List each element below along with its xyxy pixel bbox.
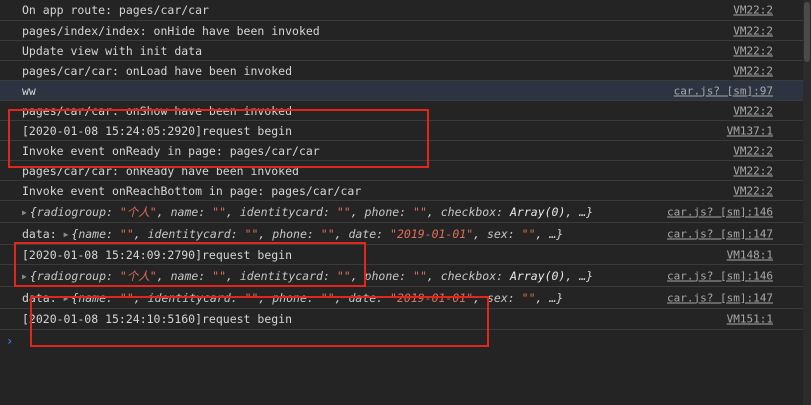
console-prompt-icon[interactable]: › — [6, 334, 13, 348]
source-link[interactable]: car.js? [sm]:146 — [667, 205, 773, 218]
source-link[interactable]: car.js? [sm]:97 — [674, 84, 773, 97]
source-link[interactable]: VM22:2 — [733, 44, 773, 57]
log-message: [2020-01-08 15:24:05:2920]request begin — [22, 123, 293, 138]
source-link[interactable]: VM22:2 — [733, 184, 773, 197]
expand-triangle-icon[interactable]: ▶ — [64, 230, 69, 239]
source-link[interactable]: VM22:2 — [733, 164, 773, 177]
log-message: On app route: pages/car/car — [22, 3, 209, 17]
log-message: pages/index/index: onHide have been invo… — [22, 23, 320, 38]
log-row-object[interactable]: data: ▶ {name: "", identitycard: "", phon… — [0, 223, 803, 245]
log-message: pages/car/car: onLoad have been invoked — [22, 63, 293, 78]
source-link[interactable]: VM22:2 — [733, 144, 773, 157]
log-message: ww — [22, 83, 36, 98]
log-row: [2020-01-08 15:24:09:2790]request begin … — [0, 245, 803, 265]
log-row: pages/car/car: onShow have been invoked … — [0, 101, 803, 121]
log-message: [2020-01-08 15:24:09:2790]request begin — [22, 247, 293, 262]
object-preview[interactable]: data: ▶ {name: "", identitycard: "", phon… — [22, 291, 563, 305]
source-link[interactable]: VM22:2 — [733, 4, 773, 17]
expand-triangle-icon[interactable]: ▶ — [22, 272, 27, 281]
log-row: ww car.js? [sm]:97 — [0, 81, 803, 101]
source-link[interactable]: VM22:2 — [733, 104, 773, 117]
source-link[interactable]: VM151:1 — [727, 313, 773, 326]
expand-triangle-icon[interactable]: ▶ — [64, 294, 69, 303]
log-message: pages/car/car: onReady have been invoked — [22, 163, 299, 178]
log-message: Invoke event onReady in page: pages/car/… — [22, 143, 320, 158]
source-link[interactable]: VM137:1 — [727, 124, 773, 137]
log-message: [2020-01-08 15:24:10:5160]request begin — [22, 312, 293, 326]
vertical-scrollbar[interactable] — [803, 0, 811, 405]
source-link[interactable]: car.js? [sm]:147 — [667, 291, 773, 304]
log-row: Invoke event onReachBottom in page: page… — [0, 181, 803, 201]
object-preview[interactable]: ▶ {radiogroup: "个人", name: "", identityca… — [22, 268, 593, 284]
scrollbar-thumb[interactable] — [804, 2, 810, 62]
log-row: Invoke event onReady in page: pages/car/… — [0, 141, 803, 161]
log-prefix: data: — [22, 290, 57, 305]
object-preview[interactable]: ▶ {radiogroup: "个人", name: "", identityca… — [22, 204, 593, 220]
log-row: pages/car/car: onLoad have been invoked … — [0, 61, 803, 81]
log-row: On app route: pages/car/car VM22:2 — [0, 0, 803, 21]
log-row: [2020-01-08 15:24:05:2920]request begin … — [0, 121, 803, 141]
source-link[interactable]: car.js? [sm]:147 — [667, 227, 773, 240]
log-prefix: data: — [22, 226, 57, 241]
object-preview[interactable]: data: ▶ {name: "", identitycard: "", phon… — [22, 227, 563, 241]
expand-triangle-icon[interactable]: ▶ — [22, 208, 27, 217]
log-row-object[interactable]: data: ▶ {name: "", identitycard: "", phon… — [0, 287, 803, 309]
source-link[interactable]: VM148:1 — [727, 248, 773, 261]
source-link[interactable]: VM22:2 — [733, 64, 773, 77]
log-row: Update view with init data VM22:2 — [0, 41, 803, 61]
console-log: On app route: pages/car/car VM22:2 pages… — [0, 0, 803, 330]
log-message: pages/car/car: onShow have been invoked — [22, 103, 293, 118]
log-message: Update view with init data — [22, 43, 203, 58]
log-message: Invoke event onReachBottom in page: page… — [22, 183, 362, 198]
source-link[interactable]: VM22:2 — [733, 24, 773, 37]
log-row: [2020-01-08 15:24:10:5160]request begin … — [0, 309, 803, 330]
source-link[interactable]: car.js? [sm]:146 — [667, 269, 773, 282]
log-row-object[interactable]: ▶ {radiogroup: "个人", name: "", identityca… — [0, 265, 803, 287]
log-row: pages/car/car: onReady have been invoked… — [0, 161, 803, 181]
log-row-object[interactable]: ▶ {radiogroup: "个人", name: "", identityca… — [0, 201, 803, 223]
log-row: pages/index/index: onHide have been invo… — [0, 21, 803, 41]
